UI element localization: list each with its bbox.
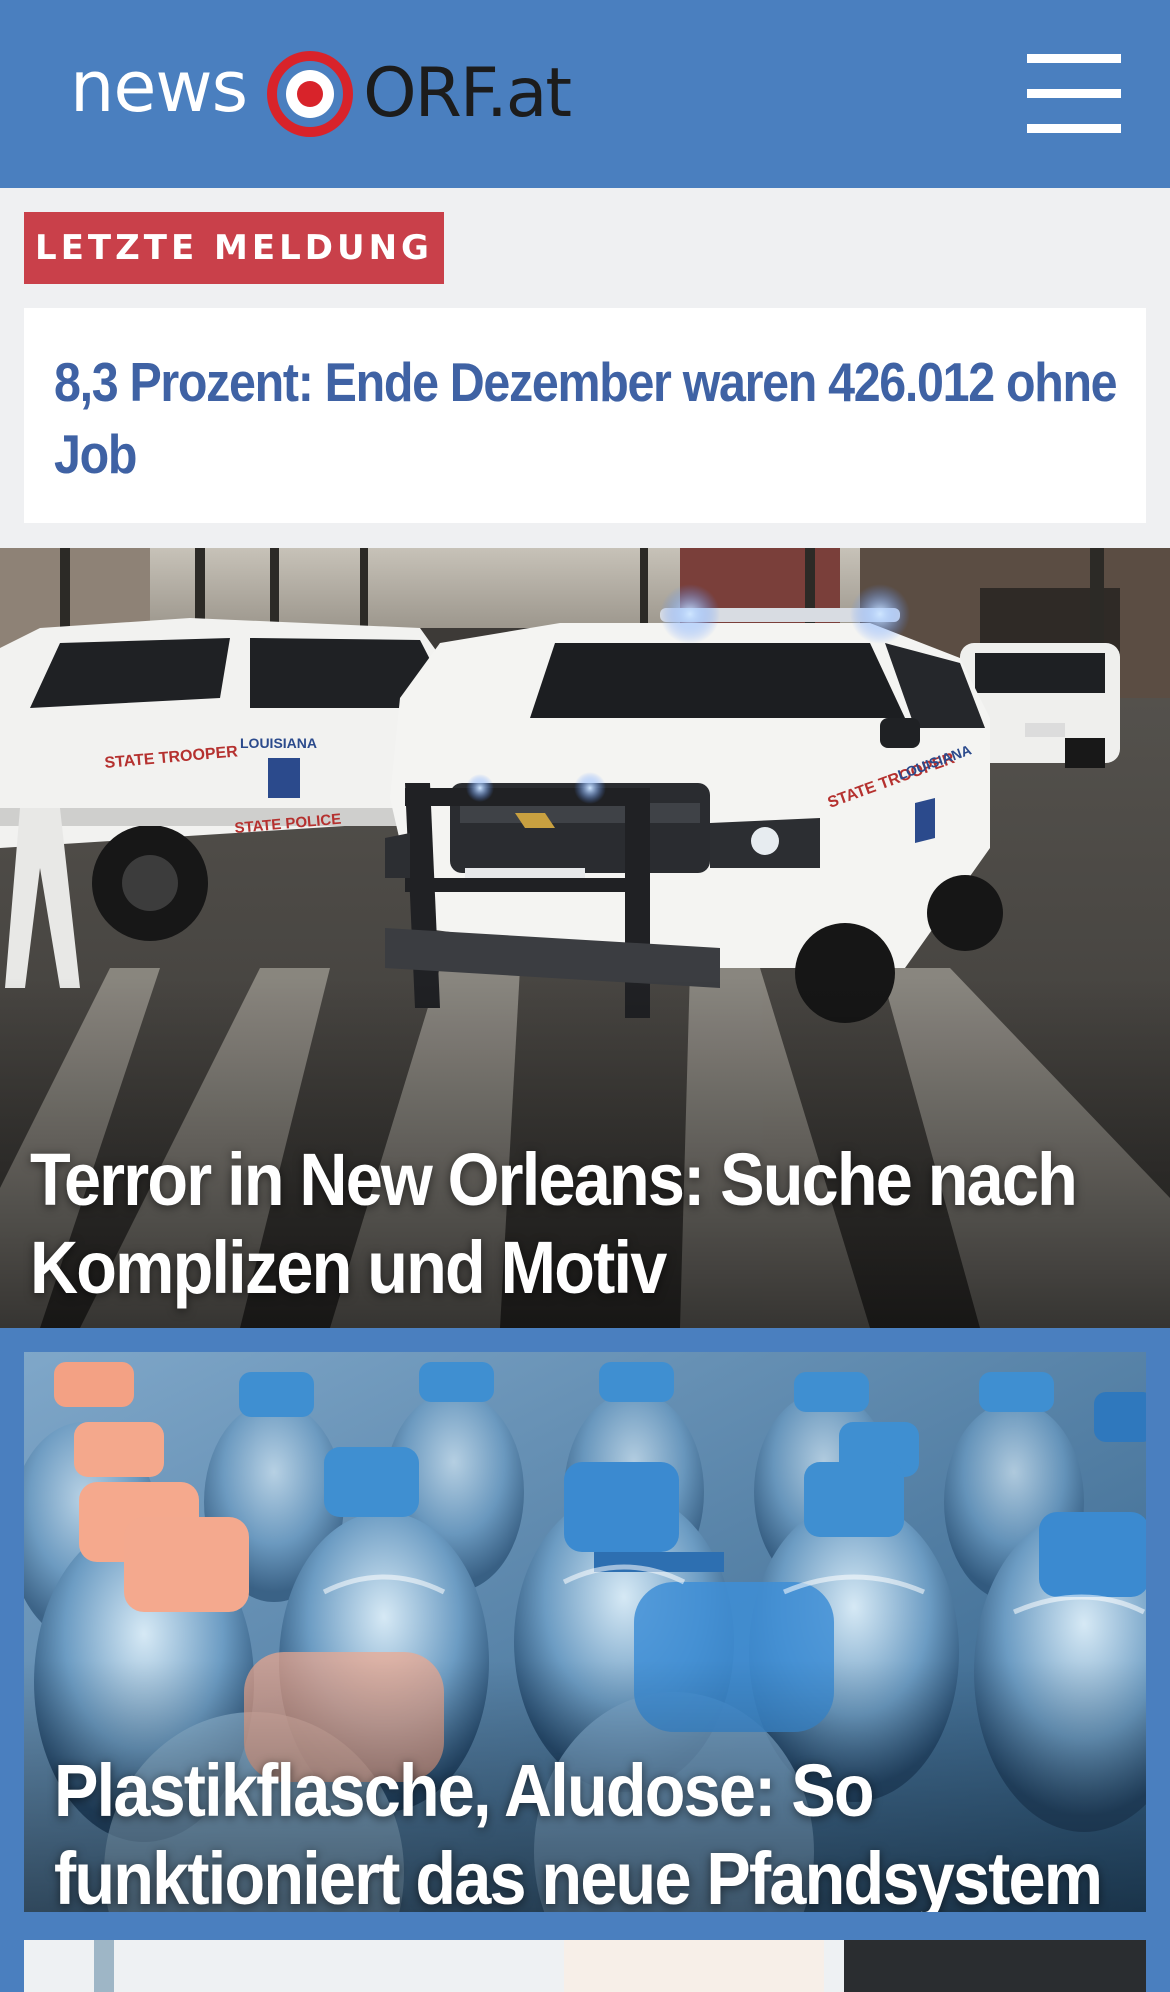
story-headline: Terror in New Orleans: Suche nach Kompli… <box>30 1138 1078 1309</box>
breaking-headline-card[interactable]: 8,3 Prozent: Ende Dezember waren 426.012… <box>24 308 1146 523</box>
next-story-image <box>24 1940 1146 1992</box>
story-card-new-orleans[interactable]: STATE TROOPER LOUISIANA STATE POLICE <box>0 548 1170 1328</box>
app-header: news ORF.at <box>0 0 1170 188</box>
orf-target-icon <box>267 51 354 137</box>
news-orf-logo[interactable]: news ORF.at <box>70 46 572 140</box>
story-card-next[interactable] <box>24 1940 1146 1992</box>
story-list: Plastikflasche, Aludose: So funktioniert… <box>0 1328 1170 1992</box>
breaking-news-section: LETZTE MELDUNG 8,3 Prozent: Ende Dezembe… <box>0 188 1170 548</box>
breaking-headline: 8,3 Prozent: Ende Dezember waren 426.012… <box>54 351 1118 485</box>
logo-orf-text: ORF.at <box>363 54 572 133</box>
story-card-pfandsystem[interactable]: Plastikflasche, Aludose: So funktioniert… <box>24 1352 1146 1912</box>
story-headline: Plastikflasche, Aludose: So funktioniert… <box>54 1749 1103 1912</box>
latest-news-badge: LETZTE MELDUNG <box>24 212 444 284</box>
hamburger-menu-icon[interactable] <box>1024 52 1124 136</box>
logo-news-text: news <box>70 46 248 128</box>
